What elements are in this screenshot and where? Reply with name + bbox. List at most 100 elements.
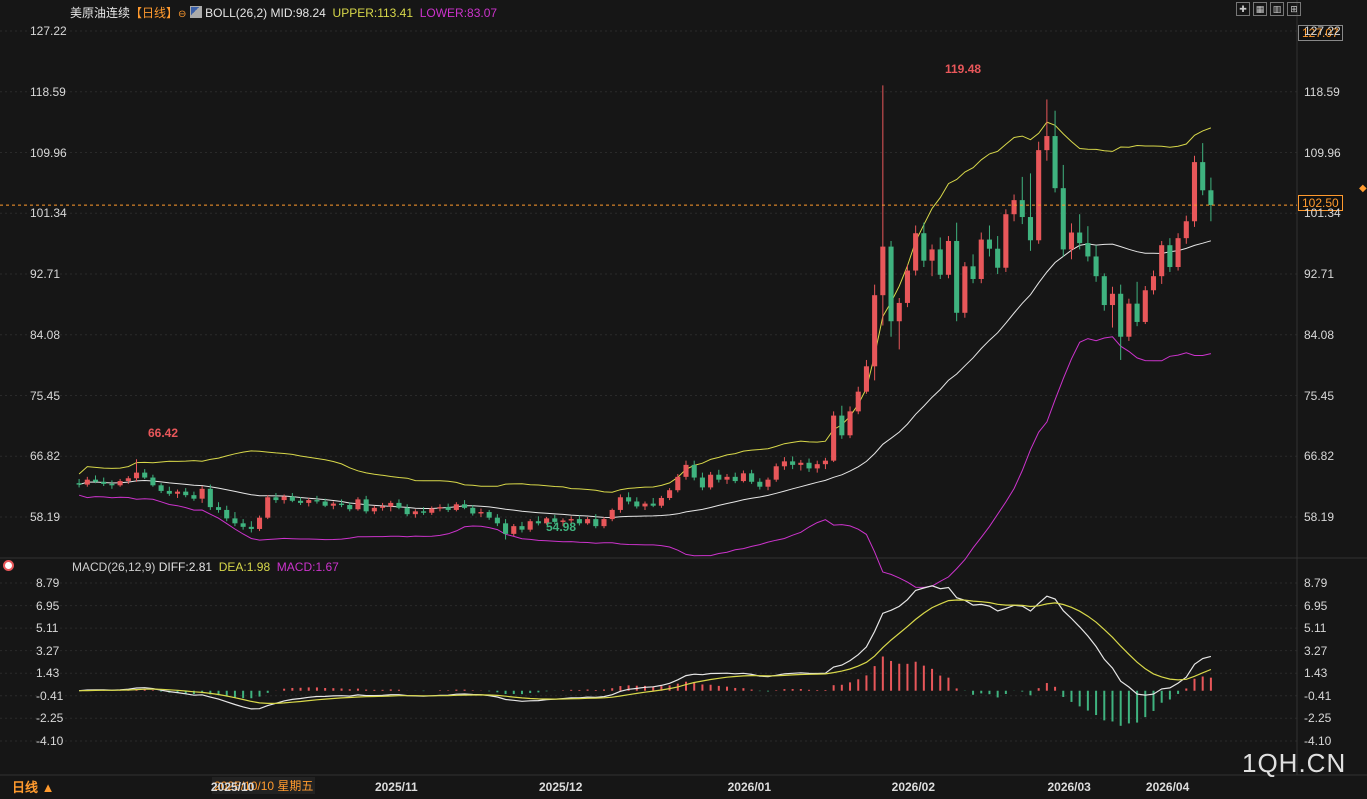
left-high-annotation: 66.42: [148, 426, 179, 440]
price-axis-label-right: 58.19: [1304, 510, 1335, 525]
candle-body: [486, 512, 492, 518]
candle-body: [289, 496, 295, 501]
candle-body: [158, 485, 164, 491]
candle-body: [265, 497, 271, 518]
candle-body: [199, 488, 205, 499]
x-axis-label: 2025/11: [374, 780, 418, 794]
x-axis-label: 2026/03: [1047, 780, 1091, 794]
candle-body: [749, 473, 755, 482]
price-axis-label-right: 118.59: [1304, 84, 1340, 99]
candle-body: [962, 266, 968, 313]
candle-body: [790, 461, 796, 465]
candle-body: [535, 521, 541, 524]
macd-axis-label-right: 5.11: [1304, 621, 1327, 636]
candle-body: [978, 239, 984, 279]
candle-body: [1134, 303, 1140, 322]
candle-body: [904, 270, 910, 303]
candle-body: [831, 415, 837, 461]
candle-body: [1118, 293, 1124, 337]
candle-icon[interactable]: ▥: [1270, 2, 1284, 16]
candle-body: [166, 490, 172, 494]
candle-body: [1109, 293, 1116, 306]
candle-body: [634, 501, 640, 507]
low-annotation: 54.98: [546, 520, 577, 534]
candle-body: [675, 476, 681, 491]
candle-body: [806, 462, 812, 469]
candle-body: [732, 476, 738, 482]
candle-body: [412, 511, 418, 515]
candle-body: [1175, 238, 1181, 268]
macd-axis-label-right: -0.41: [1304, 688, 1332, 703]
candle-body: [995, 248, 1001, 268]
candle-body: [453, 504, 459, 510]
candle-body: [1068, 232, 1075, 250]
candle-body: [658, 497, 664, 506]
candle-body: [142, 472, 148, 478]
boll-mid: MID:98.24: [270, 6, 326, 20]
macd-axis-label: -4.10: [36, 733, 64, 748]
macd-header: MACD(26,12,9) DIFF:2.81 DEA:1.98 MACD:1.…: [72, 560, 339, 574]
candle-body: [1052, 136, 1058, 189]
candle-body: [125, 478, 131, 482]
candle-body: [396, 502, 402, 508]
candle-body: [954, 240, 960, 313]
candle-body: [683, 464, 689, 477]
crosshair-icon[interactable]: ✚: [1236, 2, 1250, 16]
candle-body: [355, 499, 361, 510]
macd-label: MACD(26,12,9): [72, 560, 156, 574]
price-axis-label: 58.19: [30, 510, 61, 525]
last-price-arrow-icon: ◆: [1359, 183, 1367, 194]
candle-body: [945, 240, 951, 275]
candle-body: [388, 502, 394, 507]
watermark: 1QH.CN: [1242, 748, 1347, 778]
candle-body: [1011, 200, 1017, 215]
macd-axis-label-right: 8.79: [1304, 576, 1328, 591]
price-axis-label: 75.45: [30, 388, 61, 403]
candle-body: [617, 497, 623, 510]
candle-body: [437, 507, 443, 509]
price-axis-label-right: 84.08: [1304, 327, 1335, 342]
boll-icon[interactable]: [189, 6, 202, 18]
candle-body: [183, 491, 189, 496]
candle-body: [642, 503, 648, 507]
candle-body: [913, 233, 919, 271]
period-label[interactable]: 【日线】: [130, 6, 178, 20]
indicator-marker-icon[interactable]: [3, 560, 14, 571]
candle-body: [1044, 136, 1050, 151]
candle-body: [773, 466, 779, 480]
macd-axis-label-right: -4.10: [1304, 733, 1332, 748]
candle-body: [150, 477, 156, 486]
candle-body: [1183, 221, 1189, 239]
candle-body: [970, 266, 976, 279]
macd-axis-label-right: 6.95: [1304, 598, 1328, 613]
candle-body: [101, 481, 107, 484]
candle-body: [224, 509, 230, 519]
candle-body: [174, 491, 181, 494]
boll-lower-line: [78, 336, 1212, 588]
candle-body: [855, 391, 861, 412]
candle-body: [691, 464, 697, 478]
candle-body: [1093, 256, 1099, 277]
zoom-in-icon[interactable]: ⊞: [1287, 2, 1301, 16]
candle-body: [363, 499, 369, 512]
candle-body: [1208, 190, 1214, 206]
macd-axis-label: 5.11: [36, 621, 59, 636]
candle-body: [986, 239, 993, 249]
macd-axis-label-right: -2.25: [1304, 711, 1332, 726]
candle-body: [601, 519, 607, 527]
candle-body: [1101, 276, 1107, 306]
kline-chart[interactable]: [0, 0, 1367, 799]
grid-icon[interactable]: ▦: [1253, 2, 1267, 16]
settings-icon[interactable]: ⊖: [178, 9, 186, 20]
period-selector[interactable]: 日线 ▲: [12, 777, 54, 796]
price-axis-label-right: 109.96: [1304, 145, 1341, 160]
macd-axis-label-right: 3.27: [1304, 643, 1328, 658]
price-axis-label-right: 101.34: [1304, 206, 1341, 221]
candle-body: [822, 460, 828, 465]
candle-body: [929, 249, 935, 261]
macd-diff: DIFF:2.81: [158, 560, 213, 574]
candle-body: [888, 246, 894, 322]
candle-body: [1077, 232, 1083, 244]
macd-axis-label: 6.95: [36, 598, 60, 613]
boll-mid-line: [78, 240, 1212, 519]
